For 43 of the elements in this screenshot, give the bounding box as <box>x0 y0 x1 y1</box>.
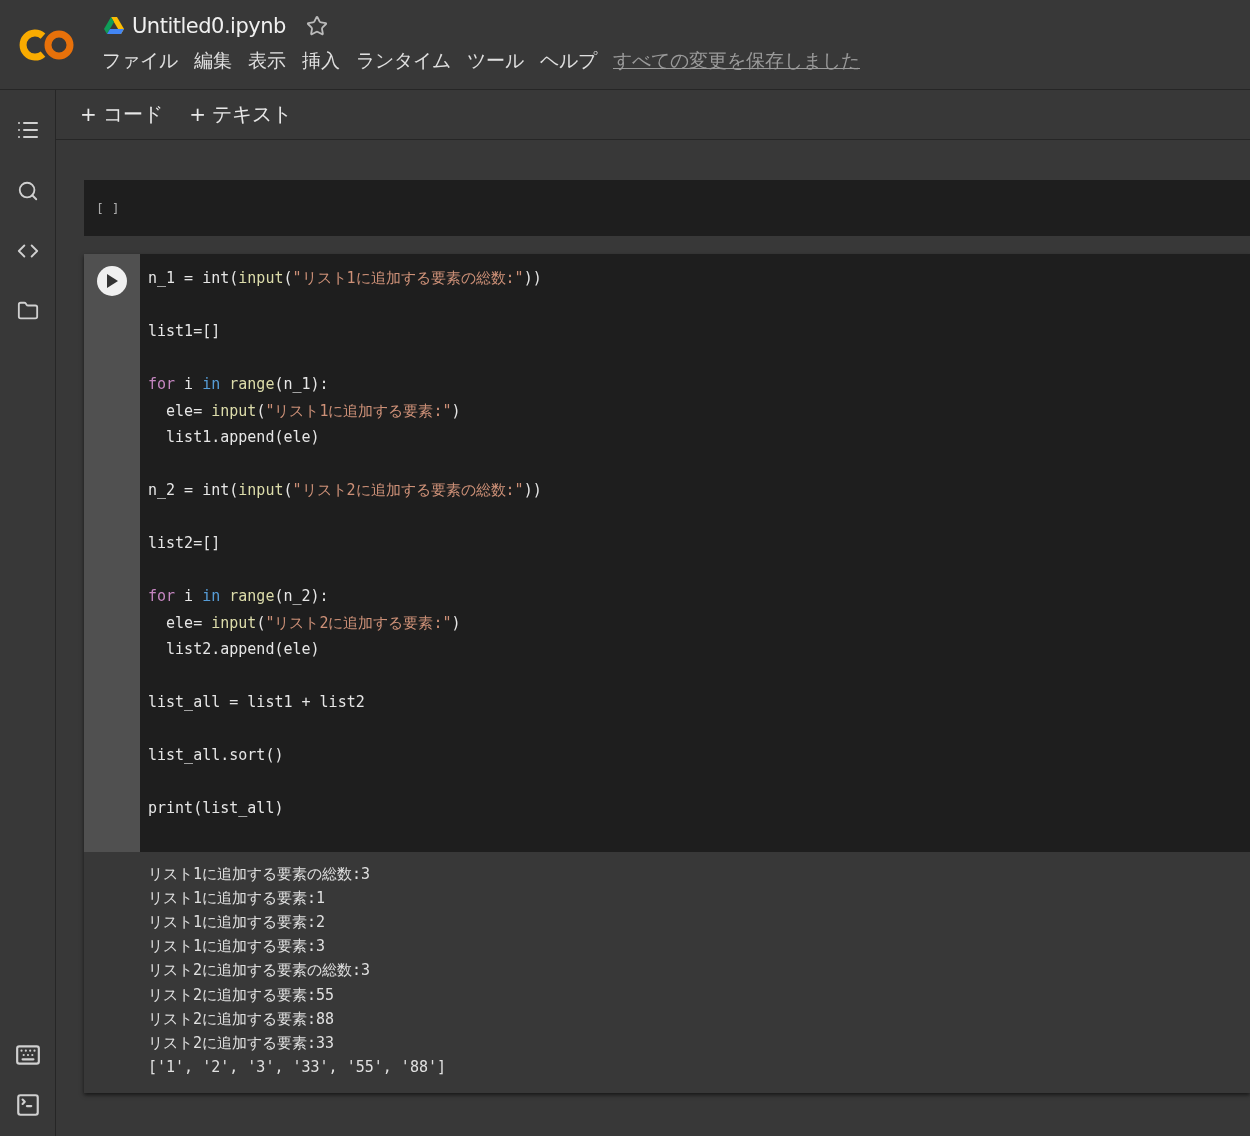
code-line: list1=[] <box>148 321 222 342</box>
output-line: リスト1に追加する要素:1 <box>148 887 327 909</box>
output-line: リスト1に追加する要素:3 <box>148 936 327 958</box>
menu-item[interactable]: ランタイム <box>350 46 457 76</box>
code-line: list2=[] <box>148 533 222 554</box>
code-line: print(list_all) <box>148 798 285 819</box>
code-line: ele= input("リスト2に追加する要素:") <box>165 612 462 634</box>
code-line: list_all.sort() <box>148 745 285 766</box>
output-line: リスト2に追加する要素:88 <box>148 1008 336 1030</box>
terminal-icon[interactable] <box>14 1092 41 1118</box>
code-line: list2.append(ele) <box>165 639 321 660</box>
output-line: リスト1に追加する要素の総数:3 <box>148 863 372 885</box>
menu-item[interactable]: 表示 <box>242 46 292 76</box>
menu-item[interactable]: 挿入 <box>296 46 346 76</box>
code-line: for i in range(n_1): <box>148 374 330 395</box>
code-line: n_1 = int(input("リスト1に追加する要素の総数:")) <box>148 268 543 289</box>
code-line: n_2 = int(input("リスト2に追加する要素の総数:")) <box>148 480 543 501</box>
output-line: ['1', '2', '3', '33', '55', '88'] <box>148 1057 447 1079</box>
save-status-link[interactable]: すべての変更を保存しました <box>607 46 866 76</box>
empty-code-cell[interactable]: [ ] <box>84 180 1250 236</box>
search-icon[interactable] <box>16 180 39 202</box>
folder-icon[interactable] <box>16 300 39 322</box>
menu-item[interactable]: ファイル <box>96 46 184 76</box>
menu-item[interactable]: ヘルプ <box>534 46 603 76</box>
run-button[interactable] <box>97 266 127 296</box>
output-line: リスト2に追加する要素:33 <box>148 1032 336 1054</box>
menu-item[interactable]: ツール <box>461 46 530 76</box>
menu-item[interactable]: 編集 <box>188 46 238 76</box>
star-icon[interactable] <box>305 15 328 37</box>
add-cell-button[interactable]: + コード <box>74 97 170 132</box>
keyboard-icon[interactable] <box>14 1042 41 1068</box>
play-icon <box>106 274 118 288</box>
notebook-title[interactable]: Untitled0.ipynb <box>132 14 286 38</box>
output-line: リスト1に追加する要素:2 <box>148 911 327 933</box>
output-line: リスト2に追加する要素:55 <box>148 984 336 1006</box>
drive-icon <box>104 17 124 35</box>
code-line: for i in range(n_2): <box>148 586 330 607</box>
code-line: list1.append(ele) <box>165 427 321 448</box>
output-line: リスト2に追加する要素の総数:3 <box>148 960 372 982</box>
code-line: ele= input("リスト1に追加する要素:") <box>165 400 462 422</box>
code-line: list_all = list1 + list2 <box>148 692 366 713</box>
add-cell-button[interactable]: + テキスト <box>183 97 299 132</box>
execution-prompt: [ ] <box>96 200 120 216</box>
